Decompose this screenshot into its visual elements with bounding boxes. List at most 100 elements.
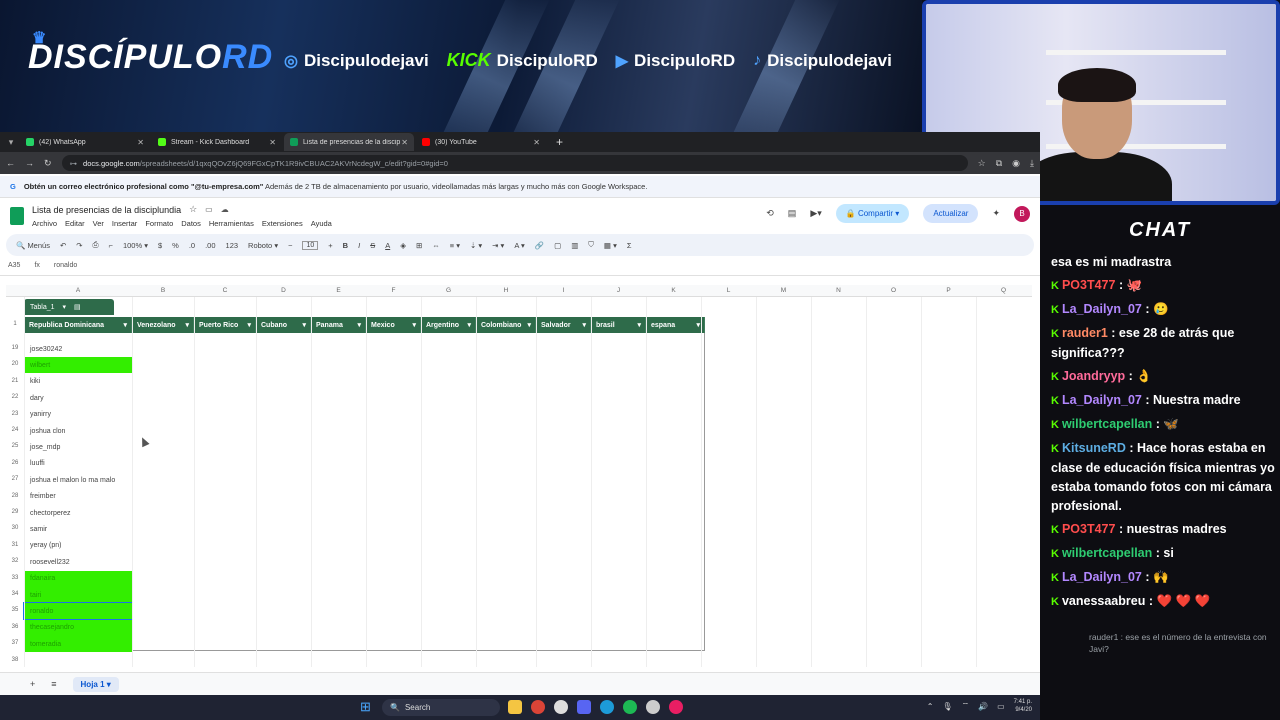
- table-header-cell[interactable]: espana ▾: [646, 317, 705, 333]
- chat-username[interactable]: La_Dailyn_07: [1062, 393, 1142, 407]
- chrome-icon[interactable]: [531, 700, 545, 714]
- formula-input[interactable]: ronaldo: [54, 262, 77, 269]
- font-size-decrease[interactable]: −: [288, 241, 292, 250]
- taskbar-search[interactable]: 🔍 Search: [382, 699, 500, 716]
- table-cell[interactable]: thecasejandro: [24, 619, 132, 636]
- row-header[interactable]: 34: [6, 591, 24, 597]
- table-cell[interactable]: tairi: [24, 587, 132, 603]
- windows-start-icon[interactable]: ⊞: [360, 700, 374, 714]
- table-cell[interactable]: yanirry: [24, 407, 132, 423]
- table-cell[interactable]: chectorperez: [24, 505, 132, 521]
- row-header[interactable]: 22: [6, 394, 24, 400]
- close-icon[interactable]: ✕: [533, 138, 540, 147]
- chat-username[interactable]: La_Dailyn_07: [1062, 570, 1142, 584]
- row-header[interactable]: 25: [6, 443, 24, 449]
- chat-username[interactable]: La_Dailyn_07: [1062, 302, 1142, 316]
- chart-icon[interactable]: ▥: [571, 241, 578, 250]
- profile-icon[interactable]: ◉: [1012, 158, 1020, 169]
- menu-herramientas[interactable]: Herramientas: [209, 219, 254, 228]
- row-header[interactable]: 27: [6, 476, 24, 482]
- menu-archivo[interactable]: Archivo: [32, 219, 57, 228]
- column-header-f[interactable]: F: [366, 285, 421, 297]
- table-header-cell[interactable]: Venezolano ▾: [132, 317, 194, 333]
- link-icon[interactable]: 🔗: [535, 241, 544, 250]
- update-button[interactable]: Actualizar: [923, 204, 979, 223]
- table-header-cell[interactable]: Colombiano ▾: [476, 317, 536, 333]
- volume-icon[interactable]: 🔊: [978, 702, 988, 711]
- new-tab-icon[interactable]: +: [556, 135, 563, 149]
- column-header-g[interactable]: G: [421, 285, 476, 297]
- menu-formato[interactable]: Formato: [145, 219, 173, 228]
- reload-icon[interactable]: ↻: [44, 158, 52, 169]
- row-header[interactable]: 21: [6, 378, 24, 384]
- merge-icon[interactable]: ⇔: [432, 241, 440, 250]
- chat-username[interactable]: KitsuneRD: [1062, 441, 1126, 455]
- history-icon[interactable]: ⟲: [766, 208, 774, 219]
- filter-dropdown-icon[interactable]: ▾: [637, 321, 641, 329]
- url-field[interactable]: ⊶ docs.google.com/spreadsheets/d/1qxqQOv…: [61, 155, 968, 171]
- chat-username[interactable]: vanessaabreu: [1062, 594, 1145, 608]
- table-header-cell[interactable]: brasil ▾: [591, 317, 646, 333]
- table-cell[interactable]: wilbert: [24, 357, 132, 374]
- filter-dropdown-icon[interactable]: ▾: [357, 321, 361, 329]
- filter-dropdown-icon[interactable]: ▾: [302, 321, 306, 329]
- column-header-j[interactable]: J: [591, 285, 646, 297]
- back-icon[interactable]: ←: [6, 158, 15, 168]
- chat-username[interactable]: PO3T477: [1062, 522, 1116, 536]
- file-explorer-icon[interactable]: [508, 700, 522, 714]
- menu-datos[interactable]: Datos: [181, 219, 201, 228]
- table-cell[interactable]: jose30242: [24, 341, 132, 357]
- number-format-button[interactable]: 123: [226, 241, 239, 250]
- filter-dropdown-icon[interactable]: ▾: [123, 321, 127, 329]
- all-sheets-icon[interactable]: ≡: [51, 679, 56, 689]
- mic-icon[interactable]: 🎙: [942, 702, 952, 711]
- menu-ayuda[interactable]: Ayuda: [311, 219, 332, 228]
- add-sheet-icon[interactable]: +: [30, 679, 35, 689]
- chat-username[interactable]: Joandryyp: [1062, 369, 1125, 383]
- chat-username[interactable]: PO3T477: [1062, 278, 1116, 292]
- text-color-icon[interactable]: A: [385, 241, 390, 250]
- column-header-a[interactable]: A: [24, 285, 132, 297]
- row-header[interactable]: 32: [6, 558, 24, 564]
- close-icon[interactable]: ✕: [269, 138, 276, 147]
- rotate-icon[interactable]: A ▾: [514, 241, 524, 250]
- wrap-icon[interactable]: ⇥ ▾: [492, 241, 504, 250]
- menus-search[interactable]: 🔍 Menús: [16, 241, 50, 250]
- decrease-decimal-button[interactable]: .0: [189, 241, 195, 250]
- edge-icon[interactable]: [600, 700, 614, 714]
- chat-username[interactable]: rauder1: [1062, 326, 1108, 340]
- row-header[interactable]: 24: [6, 427, 24, 433]
- cloud-status-icon[interactable]: ☁: [221, 205, 229, 214]
- chrome-profile-icon[interactable]: [669, 700, 683, 714]
- fill-color-icon[interactable]: ◈: [400, 241, 406, 250]
- table-cell[interactable]: roosevell232: [24, 554, 132, 570]
- star-icon[interactable]: ☆: [189, 204, 197, 215]
- site-info-icon[interactable]: ⊶: [70, 159, 78, 168]
- views-icon[interactable]: ▦ ▾: [604, 241, 617, 250]
- tab-sheets[interactable]: Lista de presencias de la discip ✕: [284, 133, 414, 151]
- meet-icon[interactable]: ▶▾: [810, 208, 821, 219]
- table-cell[interactable]: joshua el malon lo ma malo: [24, 472, 132, 488]
- row-header[interactable]: 36: [6, 624, 24, 630]
- tab-whatsapp[interactable]: (42) WhatsApp ✕: [20, 133, 150, 151]
- undo-icon[interactable]: ↶: [60, 241, 66, 250]
- close-icon[interactable]: ✕: [401, 138, 408, 147]
- column-header-p[interactable]: P: [921, 285, 976, 297]
- table-cell[interactable]: dary: [24, 390, 132, 406]
- move-folder-icon[interactable]: ▭: [205, 205, 213, 214]
- obs-icon[interactable]: [646, 700, 660, 714]
- table-cell[interactable]: ronaldo: [23, 602, 133, 621]
- filter-dropdown-icon[interactable]: ▾: [527, 321, 531, 329]
- filter-dropdown-icon[interactable]: ▾: [467, 321, 471, 329]
- align-icon[interactable]: ≡ ▾: [450, 241, 460, 250]
- row-header[interactable]: 31: [6, 542, 24, 548]
- percent-button[interactable]: %: [172, 241, 179, 250]
- row-header[interactable]: 20: [6, 361, 24, 367]
- tab-kick-dashboard[interactable]: Stream - Kick Dashboard ✕: [152, 133, 282, 151]
- spreadsheet-grid[interactable]: ABCDEFGHIJKLMNOPQ Tabla_1 ▾ ▤ 1 Republic…: [6, 285, 1032, 667]
- functions-icon[interactable]: Σ: [627, 241, 632, 250]
- table-header-cell[interactable]: Mexico ▾: [366, 317, 421, 333]
- zoom-select[interactable]: 100% ▾: [123, 241, 148, 250]
- column-header-n[interactable]: N: [811, 285, 866, 297]
- table-header-cell[interactable]: Salvador ▾: [536, 317, 591, 333]
